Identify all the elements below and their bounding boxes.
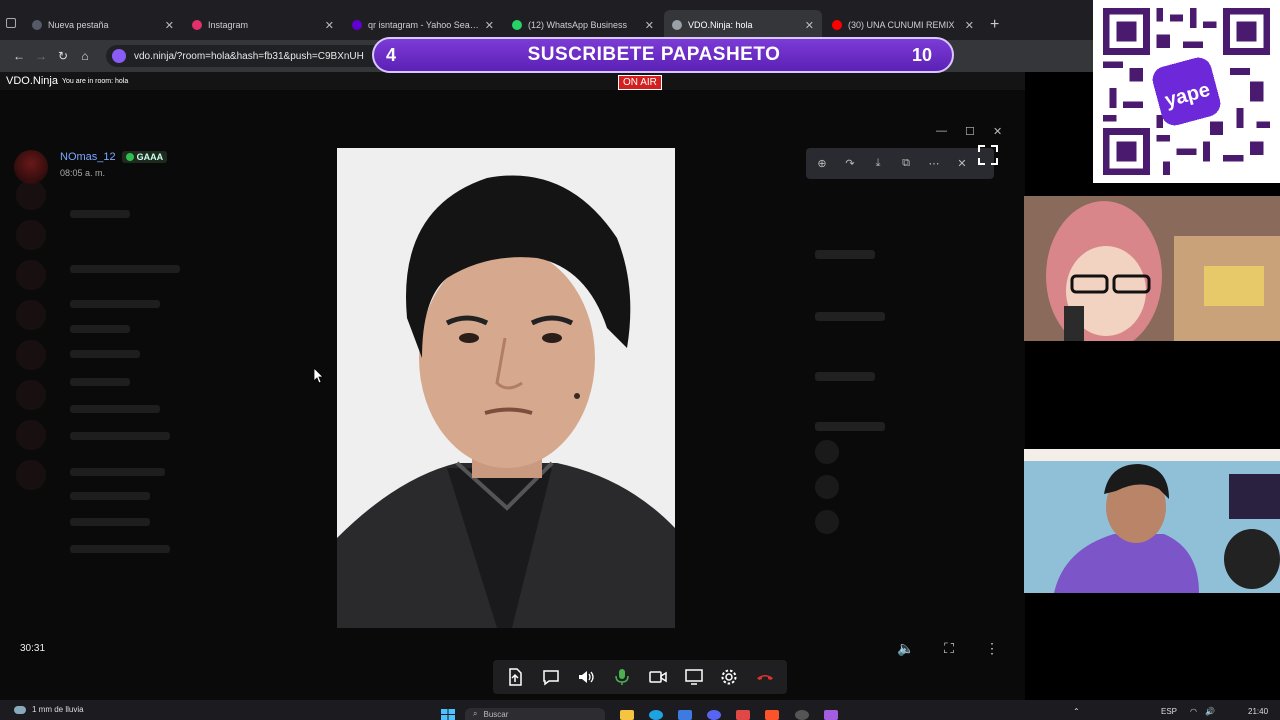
camera-button[interactable]	[645, 664, 671, 690]
zoom-icon[interactable]: ⊕	[812, 154, 832, 174]
language-indicator[interactable]: ESP	[1161, 707, 1177, 716]
new-tab-button[interactable]: +	[990, 10, 999, 40]
webcam-girl	[1024, 196, 1280, 341]
image-viewer-toolbar: ⊕ ↷ ⤓ ⧉ ⋯ ✕	[806, 148, 994, 179]
maximize-icon[interactable]: ☐	[965, 125, 975, 138]
message-time: 08:05 a. m.	[60, 168, 106, 178]
vdo-ninja-icon	[672, 20, 682, 30]
url-text: vdo.ninja/?room=hola&hash=fb31&push=C9BX…	[134, 50, 364, 62]
room-status: You are in room: hola	[61, 77, 129, 85]
role-tag: GAAA	[121, 151, 168, 163]
app-icon[interactable]	[736, 710, 750, 720]
minimize-icon[interactable]: —	[936, 125, 947, 137]
banner-message: SUSCRIBETE PAPASHETO	[527, 44, 781, 65]
tab-1[interactable]: Nueva pestaña ✕	[24, 10, 182, 40]
site-info-icon[interactable]	[112, 49, 126, 63]
banner-right-count: 10	[911, 44, 932, 65]
download-icon[interactable]: ⤓	[868, 154, 888, 174]
file-share-button[interactable]	[502, 664, 528, 690]
windows-start-icon[interactable]	[441, 709, 455, 720]
discord-icon[interactable]	[707, 710, 721, 720]
brave-icon[interactable]	[765, 710, 779, 720]
windows-taskbar	[0, 700, 1280, 720]
reload-icon[interactable]: ↻	[52, 49, 74, 63]
tab-bar: Nueva pestaña ✕ Instagram ✕ qr isntagram -…	[0, 0, 1280, 40]
rain-cloud-icon	[14, 705, 26, 714]
back-icon[interactable]: ←	[8, 49, 30, 63]
tab-3[interactable]: qr isntagram - Yahoo Search Tu ✕	[344, 10, 502, 40]
close-tab-icon[interactable]: ✕	[485, 19, 494, 32]
close-tab-icon[interactable]: ✕	[325, 19, 334, 32]
status-dot-icon	[125, 153, 134, 161]
role-tag-label: GAAA	[136, 152, 164, 162]
fullscreen-toggle-icon[interactable]	[978, 145, 998, 165]
chat-button[interactable]	[538, 664, 564, 690]
speaker-button[interactable]	[573, 664, 599, 690]
wifi-icon[interactable]: ◠	[1190, 707, 1197, 716]
home-icon[interactable]: ⌂	[74, 49, 96, 63]
banner-left-count: 4	[386, 44, 397, 65]
subscribe-banner: 4 SUSCRIBETE PAPASHETO 10	[372, 37, 954, 73]
yape-qr-code: yape	[1093, 0, 1280, 183]
close-tab-icon[interactable]: ✕	[165, 19, 174, 32]
tab-title: (12) WhatsApp Business	[528, 20, 628, 30]
webcam-guy	[1024, 449, 1280, 593]
on-air-badge: ON AIR	[618, 75, 662, 90]
call-controls	[493, 660, 787, 694]
tab-6[interactable]: (30) UNA CUNUMI REMIX ✕	[824, 10, 982, 40]
file-explorer-icon[interactable]	[620, 710, 634, 720]
search-placeholder: Buscar	[483, 709, 509, 719]
tab-5[interactable]: VDO.Ninja: hola ✕	[664, 10, 822, 40]
volume-icon[interactable]: 🔈	[897, 640, 915, 658]
tab-2[interactable]: Instagram ✕	[184, 10, 342, 40]
app2-icon[interactable]	[824, 710, 838, 720]
weather-text: 1 mm de lluvia	[32, 705, 84, 714]
settings-button[interactable]	[716, 664, 742, 690]
close-viewer-icon[interactable]: ✕	[952, 154, 972, 174]
forward-share-icon[interactable]: ↷	[840, 154, 860, 174]
instagram-icon	[192, 20, 202, 30]
yahoo-icon	[352, 20, 362, 30]
search-icon: ⌕	[473, 709, 478, 718]
vdo-brand: VDO.Ninja	[6, 75, 58, 87]
hangup-button[interactable]	[752, 664, 778, 690]
close-window-icon[interactable]: ✕	[993, 125, 1002, 138]
tab-favicon	[32, 20, 42, 30]
vdo-header: VDO.Ninja You are in room: hola	[0, 72, 1025, 90]
speaker-tray-icon[interactable]: 🔊	[1205, 707, 1215, 716]
microphone-button[interactable]	[609, 664, 635, 690]
fullscreen-icon[interactable]: ⛶	[940, 640, 958, 658]
taskbar-search[interactable]: ⌕ Buscar	[465, 708, 605, 720]
tab-4[interactable]: (12) WhatsApp Business ✕	[504, 10, 662, 40]
close-tab-icon[interactable]: ✕	[645, 19, 654, 32]
clock[interactable]: 21:40	[1248, 707, 1268, 716]
youtube-icon	[832, 20, 842, 30]
open-external-icon[interactable]: ⧉	[896, 154, 916, 174]
more-options-icon[interactable]: ⋯	[924, 154, 944, 174]
more-vertical-icon[interactable]: ⋮	[983, 640, 1001, 658]
tab-title: qr isntagram - Yahoo Search Tu	[368, 20, 479, 30]
tab-title: VDO.Ninja: hola	[688, 20, 753, 30]
mouse-cursor-icon	[314, 368, 324, 384]
elapsed-timer: 30:31	[20, 643, 46, 654]
forward-icon[interactable]: →	[30, 49, 52, 63]
portrait-photo	[337, 148, 675, 628]
screen-share-button[interactable]	[681, 664, 707, 690]
user-avatar[interactable]	[14, 150, 48, 184]
store-icon[interactable]	[678, 710, 692, 720]
chat-author: NOmas_12 GAAA	[60, 151, 168, 163]
whatsapp-icon	[512, 20, 522, 30]
edge-icon[interactable]	[649, 710, 663, 720]
tab-title: (30) UNA CUNUMI REMIX	[848, 20, 955, 30]
tray-chevron-icon[interactable]: ⌃	[1073, 707, 1080, 716]
close-tab-icon[interactable]: ✕	[805, 19, 814, 32]
obs-icon[interactable]	[795, 710, 809, 720]
weather-widget[interactable]: 1 mm de lluvia	[14, 705, 84, 714]
tab-title: Instagram	[208, 20, 249, 30]
tab-actions-icon[interactable]	[6, 18, 16, 28]
close-tab-icon[interactable]: ✕	[965, 19, 974, 32]
tab-title: Nueva pestaña	[48, 20, 109, 30]
username[interactable]: NOmas_12	[60, 151, 116, 163]
